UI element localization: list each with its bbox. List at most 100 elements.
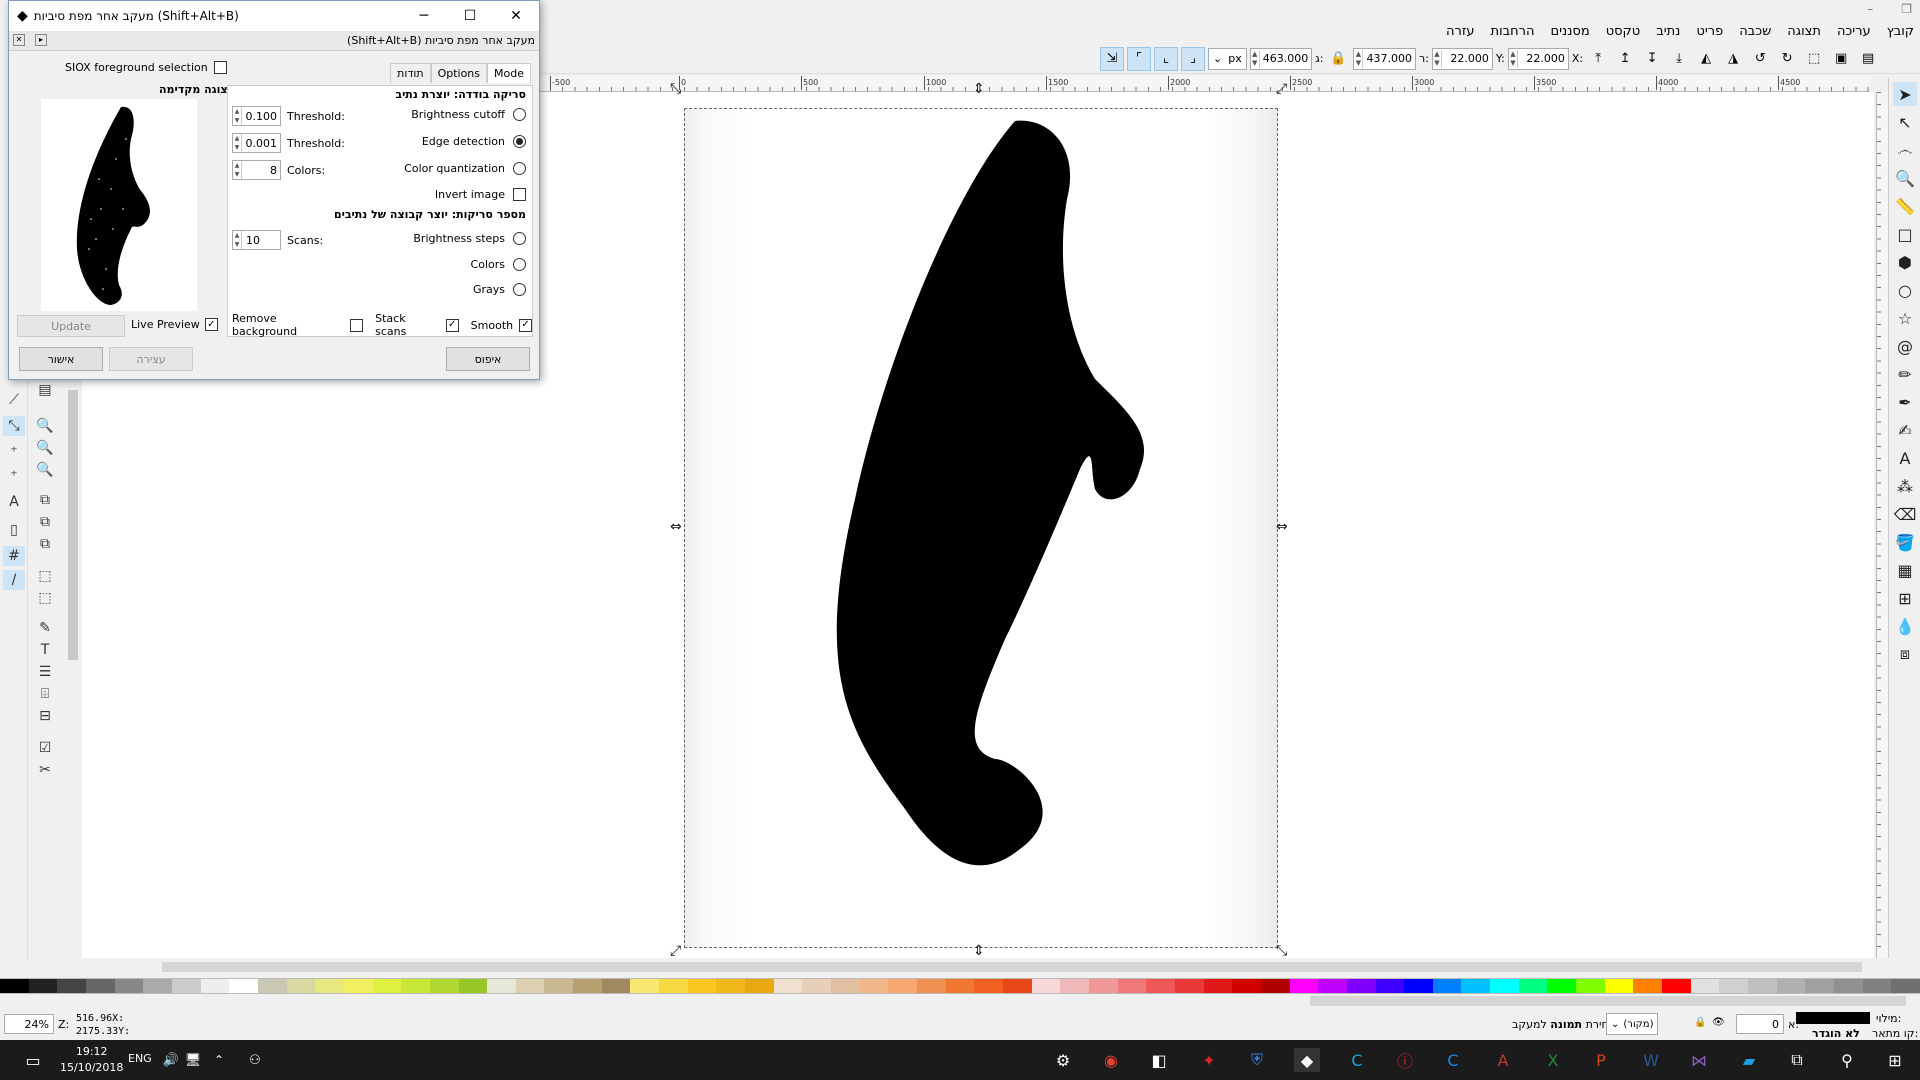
colors-option[interactable]: Colors (471, 258, 526, 271)
color-swatch[interactable] (831, 979, 860, 993)
dialog-titlebar[interactable]: ◆ מעקב אחר מפת סיביות (Shift+Alt+B) ─ ☐ … (9, 1, 539, 31)
defender-icon[interactable]: ⛨ (1244, 1048, 1270, 1072)
node-tool-icon[interactable]: ↖ (1893, 110, 1917, 134)
colors-spin[interactable]: ▲ ▼ 8 (232, 160, 281, 180)
scale-handle-nw-icon[interactable]: ⤡ (670, 82, 681, 96)
color-swatch[interactable] (1318, 979, 1347, 993)
tweak-tool-icon[interactable]: ෴ (1893, 138, 1917, 162)
spray-tool-icon[interactable]: ⁂ (1893, 474, 1917, 498)
edge-detection-option[interactable]: Edge detection (422, 135, 526, 148)
paint-bucket-tool-icon[interactable]: 🪣 (1893, 530, 1917, 554)
color-swatch[interactable] (687, 979, 717, 993)
color-quantization-radio[interactable] (513, 162, 526, 175)
color-swatch[interactable] (143, 979, 172, 993)
lock-icon[interactable]: 🔒 (1326, 47, 1350, 71)
color-swatch[interactable] (1346, 979, 1376, 993)
close-panel-icon[interactable]: ✕ (13, 34, 25, 46)
float-panel-icon[interactable]: ▸ (35, 34, 47, 46)
color-swatch[interactable] (1748, 979, 1777, 993)
text-baseline-icon[interactable]: A (3, 492, 25, 512)
color-swatch[interactable] (257, 979, 287, 993)
fill-stroke-icon[interactable]: ✎ (34, 618, 56, 638)
color-swatch[interactable] (1260, 979, 1290, 993)
action-center-icon[interactable]: ▭ (20, 1048, 46, 1072)
access-icon[interactable]: A (1490, 1048, 1516, 1072)
color-swatch[interactable] (1060, 979, 1089, 993)
tools-icon[interactable]: ✂ (34, 760, 56, 780)
color-swatch[interactable] (917, 979, 946, 993)
height-spin[interactable]: ▲ ▼ 463.000 (1249, 47, 1313, 70)
reset-button[interactable]: איפוס (446, 347, 530, 371)
restore-button[interactable]: ❐ (1901, 2, 1912, 16)
color-swatch[interactable] (1031, 979, 1061, 993)
menu-extensions[interactable]: הרחבות (1491, 24, 1535, 39)
color-swatch[interactable] (1117, 979, 1147, 993)
powerpoint-icon[interactable]: P (1588, 1048, 1614, 1072)
color-swatch[interactable] (1490, 979, 1519, 993)
spin-arrows-icon[interactable]: ▲ ▼ (1509, 49, 1518, 68)
threshold2-spin[interactable]: ▲ ▼ 0.001 (232, 133, 281, 153)
selector-tool-icon[interactable]: ➤ (1893, 82, 1917, 106)
move-patterns-icon[interactable]: ⌟ (1181, 46, 1205, 71)
scale-handle-se-icon[interactable]: ⤡ (1276, 944, 1287, 958)
snap-grid-icon[interactable]: # (3, 546, 25, 566)
color-swatch[interactable] (773, 979, 803, 993)
color-swatch[interactable] (1432, 979, 1462, 993)
excel-icon[interactable]: X (1540, 1048, 1566, 1072)
color-swatch[interactable] (1891, 979, 1920, 993)
settings-icon[interactable]: ⚙ (1050, 1048, 1076, 1072)
x-spin[interactable]: ▲ ▼ 22.000 (1507, 47, 1569, 70)
rectangle-tool-icon[interactable]: □ (1893, 222, 1917, 246)
color-swatch[interactable] (1633, 979, 1663, 993)
tab-mode[interactable]: Mode (487, 63, 531, 83)
color-swatch[interactable] (630, 979, 660, 993)
scrollbar-thumb[interactable] (1310, 996, 1906, 1006)
color-swatch[interactable] (1805, 979, 1834, 993)
gradient-tool-icon[interactable]: ▦ (1893, 558, 1917, 582)
network-icon[interactable]: 🖥 (180, 1048, 206, 1072)
scale-handle-s-icon[interactable]: ⇕ (973, 944, 985, 958)
raise-icon[interactable]: ↥ (1613, 47, 1637, 71)
smooth-checkbox[interactable]: ✓ (519, 318, 533, 332)
spiral-tool-icon[interactable]: @ (1893, 334, 1917, 358)
color-swatch[interactable] (974, 979, 1003, 993)
color-swatch[interactable] (200, 979, 230, 993)
xml-editor-icon[interactable]: ⌹ (34, 684, 56, 704)
unit-select[interactable]: ⌄ px (1208, 47, 1247, 70)
spin-arrows-icon[interactable]: ▲ ▼ (233, 161, 242, 179)
calligraphy-tool-icon[interactable]: ✍ (1893, 418, 1917, 442)
snap-midpoint-icon[interactable]: ⁺ (3, 466, 25, 486)
rotate-ccw-icon[interactable]: ↺ (1748, 47, 1772, 71)
update-button[interactable]: Update (17, 315, 125, 337)
text-font-icon[interactable]: T (34, 640, 56, 660)
color-swatch[interactable] (945, 979, 975, 993)
brightness-cutoff-option[interactable]: Brightness cutoff (411, 108, 526, 121)
opacity-spin[interactable]: 0 (1736, 1014, 1784, 1034)
menu-text[interactable]: טקסט (1606, 24, 1641, 39)
mesh-tool-icon[interactable]: ⊞ (1893, 586, 1917, 610)
brightness-steps-radio[interactable] (513, 232, 526, 245)
start-icon[interactable]: ⊞ (1882, 1048, 1908, 1072)
canvas-vertical-scrollbar[interactable] (66, 380, 80, 960)
app-icon[interactable]: C (1344, 1048, 1370, 1072)
brightness-cutoff-radio[interactable] (513, 108, 526, 121)
word-icon[interactable]: W (1638, 1048, 1664, 1072)
lower-icon[interactable]: ↧ (1640, 47, 1664, 71)
color-swatch[interactable] (1662, 979, 1691, 993)
color-quantization-option[interactable]: Color quantization (404, 162, 526, 175)
color-swatch[interactable] (343, 979, 373, 993)
scale-corners-icon[interactable]: ⌜ (1127, 46, 1151, 71)
scale-stroke-icon[interactable]: ⇲ (1100, 46, 1124, 71)
snap-guide-icon[interactable]: / (3, 570, 25, 590)
minimize-button[interactable]: – (1867, 2, 1873, 16)
document-properties-icon[interactable]: ▤ (34, 380, 56, 400)
edge-detection-radio[interactable] (513, 135, 526, 148)
color-swatch[interactable] (1404, 979, 1433, 993)
spin-arrows-icon[interactable]: ▲ ▼ (1251, 49, 1260, 68)
menu-layer[interactable]: שכבה (1739, 24, 1771, 39)
color-swatch[interactable] (1719, 979, 1749, 993)
color-swatch[interactable] (57, 979, 86, 993)
spin-arrows-icon[interactable]: ▲ ▼ (233, 107, 242, 125)
eraser-tool-icon[interactable]: ⌫ (1893, 502, 1917, 526)
color-swatch[interactable] (515, 979, 545, 993)
